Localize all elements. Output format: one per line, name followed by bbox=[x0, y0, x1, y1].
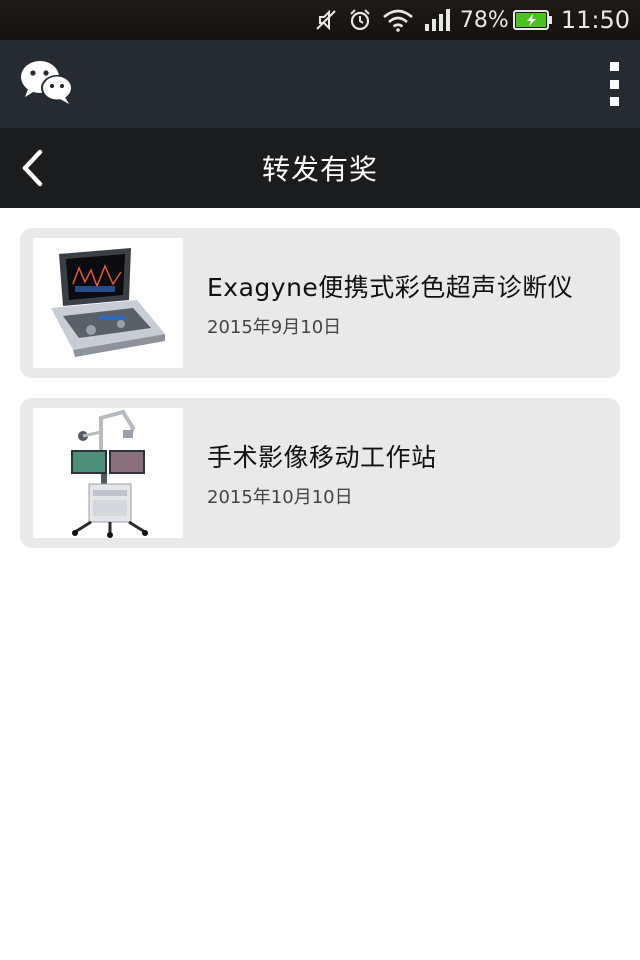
item-date: 2015年9月10日 bbox=[207, 317, 342, 338]
wifi-icon bbox=[382, 8, 414, 32]
app-header bbox=[0, 40, 640, 128]
signal-icon bbox=[424, 8, 452, 32]
alarm-icon bbox=[348, 8, 372, 32]
back-button[interactable] bbox=[14, 148, 50, 188]
battery-percent: 78% bbox=[459, 7, 509, 33]
item-title: 手术影像移动工作站 bbox=[207, 443, 437, 472]
item-date: 2015年10月10日 bbox=[207, 487, 353, 508]
item-title: Exagyne便携式彩色超声诊断仪 bbox=[207, 273, 574, 302]
status-bar: 78% 11:50 bbox=[0, 0, 640, 40]
mute-icon bbox=[314, 8, 338, 32]
page-title: 转发有奖 bbox=[261, 153, 378, 186]
ultrasound-device-image bbox=[33, 238, 183, 368]
title-bar: 转发有奖 bbox=[0, 128, 640, 208]
chevron-left-icon bbox=[22, 149, 43, 187]
more-vertical-icon[interactable] bbox=[606, 62, 622, 106]
battery-charging-icon bbox=[512, 9, 553, 31]
surgical-workstation-image bbox=[33, 408, 183, 538]
list-item[interactable]: 手术影像移动工作站 2015年10月10日 bbox=[20, 398, 620, 548]
wechat-icon bbox=[20, 59, 74, 109]
clock: 11:50 bbox=[560, 6, 630, 34]
list-item[interactable]: Exagyne便携式彩色超声诊断仪 2015年9月10日 bbox=[20, 228, 620, 378]
